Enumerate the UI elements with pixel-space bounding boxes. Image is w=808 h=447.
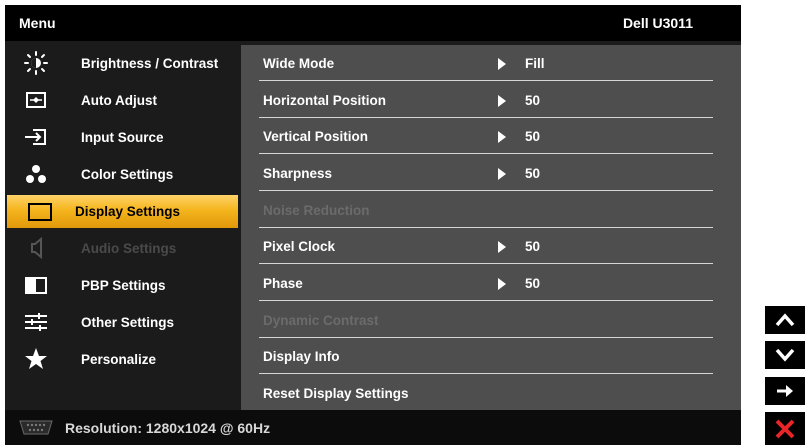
sidebar-item-label: Display Settings bbox=[75, 204, 181, 219]
close-icon bbox=[775, 419, 795, 438]
resolution-text: Resolution: 1280x1024 @ 60Hz bbox=[65, 420, 271, 436]
arrow-right-icon bbox=[777, 385, 793, 397]
monitor-osd: Menu Dell U3011 Brightness / Contrast Au… bbox=[5, 5, 741, 445]
sidebar-item-display-settings[interactable]: Display Settings bbox=[7, 195, 238, 228]
display-settings-panel: Wide Mode Fill Horizontal Position 50 Ve… bbox=[241, 45, 741, 410]
pbp-icon bbox=[23, 273, 49, 297]
arrow-right-icon bbox=[498, 95, 506, 107]
setting-label: Wide Mode bbox=[263, 56, 335, 71]
color-settings-icon bbox=[23, 162, 49, 186]
setting-row-phase[interactable]: Phase 50 bbox=[241, 265, 741, 301]
setting-row-noise-reduction: Noise Reduction bbox=[241, 192, 741, 228]
setting-value: 50 bbox=[525, 239, 541, 254]
setting-row-vertical-position[interactable]: Vertical Position 50 bbox=[241, 118, 741, 154]
setting-label: Phase bbox=[263, 276, 303, 291]
row-divider bbox=[259, 153, 713, 154]
setting-label: Display Info bbox=[263, 349, 340, 364]
setting-label: Reset Display Settings bbox=[263, 386, 409, 401]
menu-title: Menu bbox=[19, 15, 56, 31]
sidebar-item-label: Personalize bbox=[81, 352, 157, 367]
arrow-right-icon bbox=[498, 278, 506, 290]
setting-row-sharpness[interactable]: Sharpness 50 bbox=[241, 155, 741, 191]
setting-value: 50 bbox=[525, 166, 541, 181]
arrow-right-icon bbox=[498, 241, 506, 253]
setting-label: Vertical Position bbox=[263, 129, 369, 144]
status-bar: Resolution: 1280x1024 @ 60Hz bbox=[5, 410, 741, 445]
sidebar-item-label: Brightness / Contrast bbox=[81, 56, 219, 71]
model-name: Dell U3011 bbox=[622, 15, 693, 31]
sidebar-item-pbp-settings[interactable]: PBP Settings bbox=[5, 267, 241, 304]
sidebar-item-label: Other Settings bbox=[81, 315, 175, 330]
osd-header: Menu Dell U3011 bbox=[5, 5, 741, 41]
row-divider bbox=[259, 80, 713, 81]
arrow-right-icon bbox=[498, 131, 506, 143]
chevron-down-icon bbox=[775, 348, 795, 362]
setting-value: 50 bbox=[525, 129, 541, 144]
setting-label: Horizontal Position bbox=[263, 93, 386, 108]
setting-value: 50 bbox=[525, 93, 541, 108]
sidebar-item-other-settings[interactable]: Other Settings bbox=[5, 304, 241, 341]
sidebar-menu: Brightness / Contrast Auto Adjust Input … bbox=[5, 45, 241, 410]
setting-row-pixel-clock[interactable]: Pixel Clock 50 bbox=[241, 228, 741, 264]
nav-exit-button[interactable] bbox=[765, 412, 805, 445]
sidebar-item-auto-adjust[interactable]: Auto Adjust bbox=[5, 82, 241, 119]
row-divider bbox=[259, 373, 713, 374]
nav-enter-button[interactable] bbox=[765, 377, 805, 405]
sidebar-item-label: PBP Settings bbox=[81, 278, 166, 293]
sidebar-item-color-settings[interactable]: Color Settings bbox=[5, 156, 241, 193]
chevron-up-icon bbox=[775, 313, 795, 327]
auto-adjust-icon bbox=[23, 88, 49, 112]
setting-label: Sharpness bbox=[263, 166, 333, 181]
setting-row-wide-mode[interactable]: Wide Mode Fill bbox=[241, 45, 741, 81]
setting-row-horizontal-position[interactable]: Horizontal Position 50 bbox=[241, 82, 741, 118]
sidebar-item-audio-settings: Audio Settings bbox=[5, 230, 241, 267]
sidebar-item-brightness-contrast[interactable]: Brightness / Contrast bbox=[5, 45, 241, 82]
setting-label: Pixel Clock bbox=[263, 239, 336, 254]
sidebar-item-label: Color Settings bbox=[81, 167, 174, 182]
sidebar-item-personalize[interactable]: Personalize bbox=[5, 341, 241, 378]
vga-connector-icon bbox=[19, 420, 53, 435]
setting-label: Dynamic Contrast bbox=[263, 313, 379, 328]
sidebar-item-label: Audio Settings bbox=[81, 241, 177, 256]
star-icon bbox=[23, 347, 49, 371]
display-settings-icon bbox=[27, 200, 53, 224]
row-divider bbox=[259, 190, 713, 191]
brightness-icon bbox=[23, 51, 49, 75]
arrow-right-icon bbox=[498, 58, 506, 70]
speaker-icon bbox=[23, 236, 49, 260]
sliders-icon bbox=[23, 310, 49, 334]
setting-value: Fill bbox=[525, 56, 545, 71]
setting-label: Noise Reduction bbox=[263, 203, 370, 218]
sidebar-item-label: Input Source bbox=[81, 130, 164, 145]
setting-row-display-info[interactable]: Display Info bbox=[241, 338, 741, 374]
row-divider bbox=[259, 300, 713, 301]
setting-value: 50 bbox=[525, 276, 541, 291]
sidebar-item-label: Auto Adjust bbox=[81, 93, 157, 108]
nav-up-button[interactable] bbox=[765, 306, 805, 334]
setting-row-reset-display-settings[interactable]: Reset Display Settings bbox=[241, 375, 741, 411]
row-divider bbox=[259, 263, 713, 264]
input-source-icon bbox=[23, 125, 49, 149]
sidebar-item-input-source[interactable]: Input Source bbox=[5, 119, 241, 156]
nav-down-button[interactable] bbox=[765, 341, 805, 369]
setting-row-dynamic-contrast: Dynamic Contrast bbox=[241, 302, 741, 338]
arrow-right-icon bbox=[498, 168, 506, 180]
